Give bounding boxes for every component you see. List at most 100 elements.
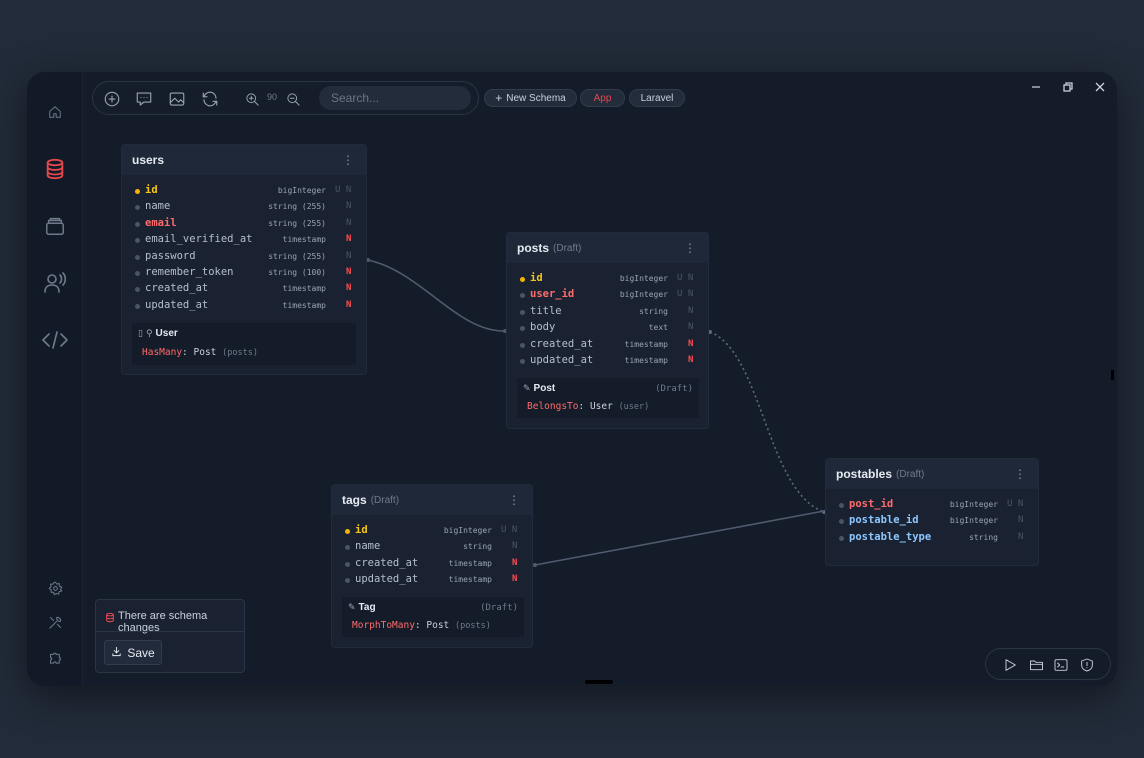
table-header[interactable]: users ⋮ [122,145,366,175]
model-card[interactable]: ▯ ⚲ User HasMany: Post (posts) [132,323,356,365]
column-row[interactable]: name string N [332,539,532,555]
column-type: timestamp [282,284,326,294]
column-dot-icon [839,519,844,525]
column-list: id bigInteger U N user_id bigInteger U N title… [507,271,708,369]
column-type: timestamp [282,235,326,245]
shield-alert-icon[interactable] [1077,655,1097,675]
column-row[interactable]: updated_at timestamp N [122,298,366,314]
column-name: id [355,524,368,536]
table-header[interactable]: tags (Draft) ⋮ [332,485,532,515]
table-header[interactable]: posts (Draft) ⋮ [507,233,708,263]
column-type: timestamp [624,355,668,365]
bottom-toolbar [985,648,1111,680]
column-type: timestamp [282,300,326,310]
model-relation: HasMany: Post (posts) [142,347,258,358]
table-name: posts [517,241,550,255]
column-name: user_id [530,288,575,301]
table-name: postables [836,467,893,481]
draft-label: (Draft) [480,603,518,613]
model-card[interactable]: ✎ Tag (Draft) MorphToMany: Post (posts) [342,597,524,637]
table-header[interactable]: postables (Draft) ⋮ [826,459,1038,489]
app-window: 90 + New Schema App Laravel users ⋮ idbi… [27,72,1117,686]
column-name: name [355,540,381,553]
column-dot-icon [135,303,140,309]
model-name: ✎ Tag [348,602,376,613]
column-row[interactable]: id bigInteger U N [332,523,532,539]
column-list: id bigInteger U Nname string Ncreated_at time… [332,523,532,589]
column-dot-icon [135,270,140,276]
model-card[interactable]: ✎ Post (Draft) BelongsTo: User (user) [517,378,699,418]
tags-postables-relation-line [534,510,825,566]
users-posts-relation-line [367,259,506,332]
column-name: updated_at [145,298,209,311]
resize-handle[interactable] [1111,370,1114,380]
column-type: string [639,306,668,316]
column-type: string (255) [268,218,326,228]
edit-icon: ✎ [348,602,356,612]
more-vertical-icon[interactable]: ⋮ [1014,467,1026,481]
column-dot-icon [520,326,525,332]
primary-key-icon [520,277,525,282]
column-row[interactable]: remember_token string (100) N [122,265,366,281]
column-flags: N [346,217,352,228]
column-flags: N [346,299,352,310]
column-row[interactable]: title string N [507,304,708,320]
edit-icon: ✎ [523,383,531,393]
column-flags: U N [335,185,352,195]
column-type: bigInteger [949,516,998,526]
folder-icon[interactable] [1026,655,1046,675]
table-postables[interactable]: postables (Draft) ⋮ post_id bigInteger U N… [825,458,1039,566]
column-row[interactable]: body text N [507,320,708,336]
more-vertical-icon[interactable]: ⋮ [684,241,696,255]
column-row[interactable]: updated_at timestamp N [507,353,708,369]
column-row[interactable]: created_at timestamp N [122,281,366,297]
table-tags[interactable]: tags (Draft) ⋮ id bigInteger U N name string… [331,484,533,648]
column-dot-icon [135,238,140,244]
column-row[interactable]: email_verified_at timestamp N [122,232,366,248]
column-row[interactable]: post_id bigInteger U N [826,497,1038,513]
column-row[interactable]: updated_at timestamp N [332,572,532,588]
column-row[interactable]: name string (255) N [122,199,366,215]
terminal-icon[interactable] [1051,655,1071,675]
column-dot-icon [135,221,140,227]
user-icon: ⚲ [145,328,153,338]
posts-postables-relation-line [709,331,825,513]
more-vertical-icon[interactable]: ⋮ [508,493,520,507]
column-dot-icon [345,545,350,551]
column-row[interactable]: user_id bigInteger U N [507,287,708,303]
column-type: timestamp [448,558,492,568]
column-name: title [530,304,562,317]
column-flags: N [346,266,352,277]
table-users[interactable]: users ⋮ id bigInteger U N name string (255) N… [121,144,367,375]
play-icon[interactable] [1000,655,1020,675]
column-row[interactable]: id bigInteger U N [122,183,366,199]
column-type: bigInteger [619,290,668,300]
column-row[interactable]: postable_id bigInteger N [826,513,1038,529]
table-posts[interactable]: posts (Draft) ⋮ id bigInteger U N user_id bi… [506,232,709,429]
save-button[interactable]: Save [104,640,162,665]
column-row[interactable]: id bigInteger U N [507,271,708,287]
column-flags: N [688,354,694,365]
more-vertical-icon[interactable]: ⋮ [342,153,354,167]
column-type: bigInteger [619,274,668,283]
scroll-handle[interactable] [585,680,613,684]
column-name: created_at [355,556,419,569]
column-dot-icon [520,309,525,315]
divider [96,631,244,632]
column-row[interactable]: created_at timestamp N [507,337,708,353]
column-row[interactable]: password string (255) N [122,249,366,265]
table-name: tags [342,493,367,507]
column-row[interactable]: email string (255) N [122,216,366,232]
column-flags: N [512,557,518,568]
column-name: body [530,321,556,334]
column-dot-icon [135,205,140,211]
column-dot-icon [345,578,350,584]
column-dot-icon [520,342,525,348]
column-name: postable_id [849,514,919,527]
column-flags: N [346,201,352,212]
column-row[interactable]: postable_type string N [826,530,1038,546]
column-name: email_verified_at [145,233,253,246]
table-name: users [132,153,165,167]
column-row[interactable]: created_at timestamp N [332,556,532,572]
column-type: bigInteger [949,500,998,509]
